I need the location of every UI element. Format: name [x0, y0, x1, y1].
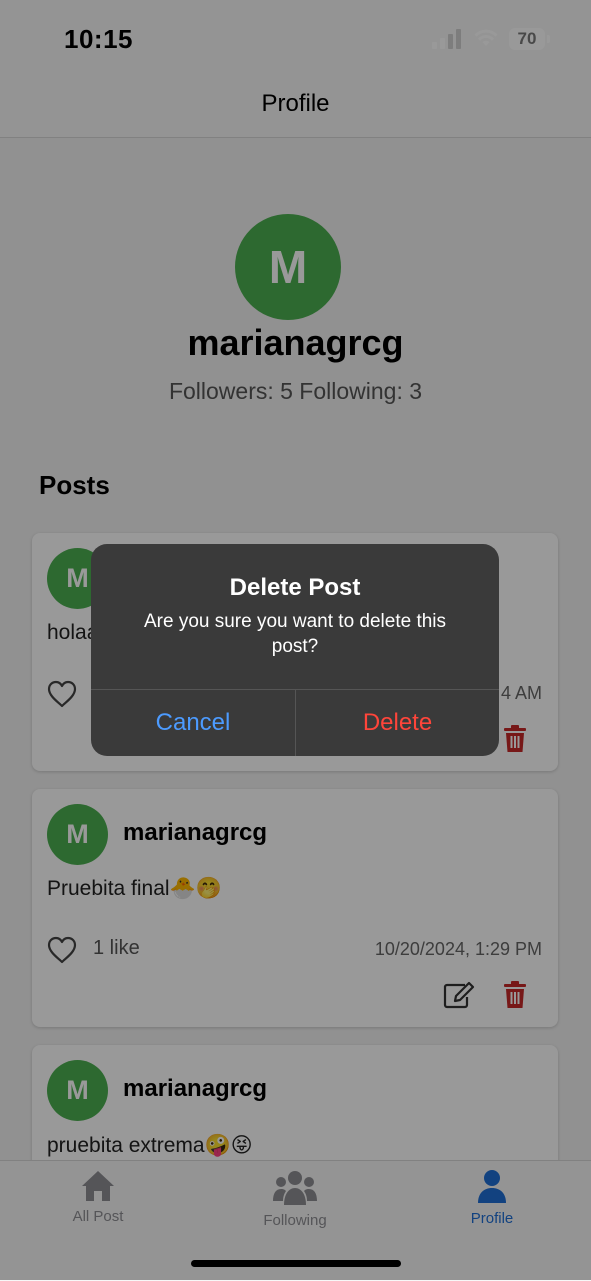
dialog-message: Are you sure you want to delete this pos… [143, 611, 447, 657]
cancel-button[interactable]: Cancel [91, 690, 295, 756]
delete-button[interactable]: Delete [296, 690, 499, 756]
dialog-title: Delete Post [229, 574, 361, 601]
delete-post-dialog: Delete Post Are you sure you want to del… [91, 544, 499, 756]
